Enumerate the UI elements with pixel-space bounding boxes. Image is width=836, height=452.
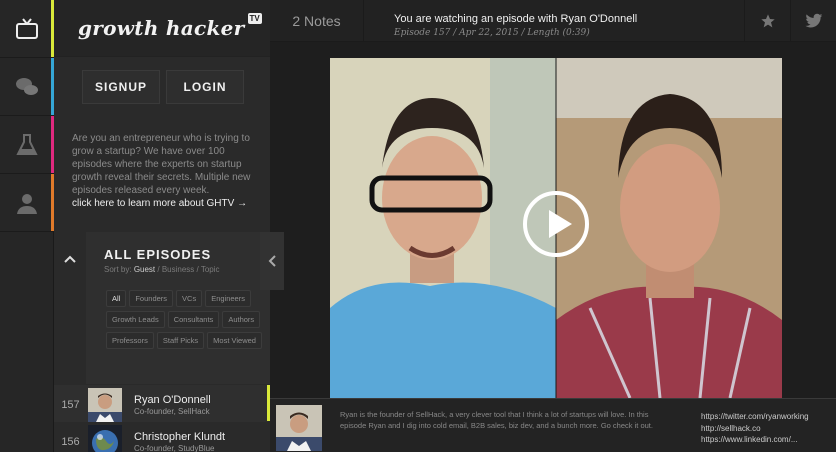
episode-guest: Christopher Klundt Co-founder, StudyBlue <box>134 431 225 452</box>
rail-tv[interactable] <box>0 0 54 58</box>
learn-more-link[interactable]: click here to learn more about GHTV → <box>72 197 262 210</box>
person-icon <box>17 193 37 214</box>
guest-name: Christopher Klundt <box>134 431 226 443</box>
episode-row[interactable]: 157 Ryan O'Donnell Co-founder, SellHack <box>54 385 268 425</box>
category-tags: All Founders VCs Engineers Growth Leads … <box>106 290 266 349</box>
guest-links: https://twitter.com/ryanworking http://s… <box>701 411 809 446</box>
twitter-share-button[interactable] <box>790 0 836 42</box>
tv-badge: TV <box>247 12 262 24</box>
episodes-filter-panel: ALL EPISODES Sort by: Guest / Business /… <box>54 232 270 384</box>
tag-professors[interactable]: Professors <box>106 332 154 349</box>
sort-guest[interactable]: Guest <box>134 265 155 274</box>
tv-icon <box>16 17 38 39</box>
tag-engineers[interactable]: Engineers <box>205 290 251 307</box>
notes-button[interactable]: 2 Notes <box>270 0 364 42</box>
linkedin-link[interactable]: https://www.linkedin.com/... <box>701 434 809 446</box>
star-icon <box>760 14 775 28</box>
episode-info-bar: Ryan is the founder of SellHack, a very … <box>270 398 836 452</box>
flask-icon <box>16 133 38 155</box>
collapse-sidebar-button[interactable] <box>260 232 284 290</box>
sort-label: Sort by: <box>104 265 132 274</box>
intro-text: Are you an entrepreneur who is trying to… <box>72 133 251 196</box>
rail-profile[interactable] <box>0 174 54 232</box>
logo[interactable]: growth hacker TV <box>54 0 270 57</box>
tag-growth-leads[interactable]: Growth Leads <box>106 311 165 328</box>
episode-guest: Ryan O'Donnell Co-founder, SellHack <box>134 394 211 416</box>
episode-number: 157 <box>61 399 80 411</box>
auth-buttons: SIGNUP LOGIN <box>82 70 244 104</box>
chat-bubbles-icon <box>16 77 38 95</box>
guest-avatar <box>88 425 122 452</box>
guest-avatar <box>88 388 122 422</box>
guest-name: Ryan O'Donnell <box>134 394 211 406</box>
tag-authors[interactable]: Authors <box>222 311 261 328</box>
sort-other[interactable]: / Business / Topic <box>157 265 219 274</box>
website-link[interactable]: http://sellhack.co <box>701 423 809 435</box>
sort-by: Sort by: Guest / Business / Topic <box>104 265 220 274</box>
login-button[interactable]: LOGIN <box>166 70 244 104</box>
episode-number: 156 <box>61 436 80 448</box>
episode-meta: Episode 157 / Apr 22, 2015 / Length (0:3… <box>394 28 590 38</box>
chevron-up-icon <box>64 255 76 263</box>
icon-rail <box>0 0 54 452</box>
twitter-link[interactable]: https://twitter.com/ryanworking <box>701 411 809 423</box>
episode-row[interactable]: 156 Christopher Klundt Co-founder, Study… <box>54 422 268 452</box>
video-player[interactable] <box>330 58 782 398</box>
intro-blurb: Are you an entrepreneur who is trying to… <box>72 132 262 210</box>
signup-button[interactable]: SIGNUP <box>82 70 160 104</box>
tag-consultants[interactable]: Consultants <box>167 311 220 328</box>
now-watching-title: You are watching an episode with Ryan O'… <box>394 13 638 25</box>
favorite-button[interactable] <box>744 0 790 42</box>
tag-vcs[interactable]: VCs <box>176 290 203 307</box>
chevron-left-icon <box>268 255 276 267</box>
rail-labs[interactable] <box>0 116 54 174</box>
tag-founders[interactable]: Founders <box>129 290 174 307</box>
logo-text: growth hacker <box>78 16 245 40</box>
tag-staff-picks[interactable]: Staff Picks <box>156 332 205 349</box>
top-bar: 2 Notes You are watching an episode with… <box>270 0 836 42</box>
guest-thumbnail <box>276 405 322 451</box>
collapse-up-button[interactable] <box>54 232 86 384</box>
guest-role: Co-founder, StudyBlue <box>134 444 215 452</box>
tag-most-viewed[interactable]: Most Viewed <box>207 332 262 349</box>
twitter-bird-icon <box>804 13 822 28</box>
guest-role: Co-founder, SellHack <box>134 407 210 416</box>
rail-discussions[interactable] <box>0 58 54 116</box>
episodes-title: ALL EPISODES <box>104 247 212 262</box>
play-button[interactable] <box>522 190 590 258</box>
episode-description: Ryan is the founder of SellHack, a very … <box>340 410 653 430</box>
tag-all[interactable]: All <box>106 290 127 307</box>
